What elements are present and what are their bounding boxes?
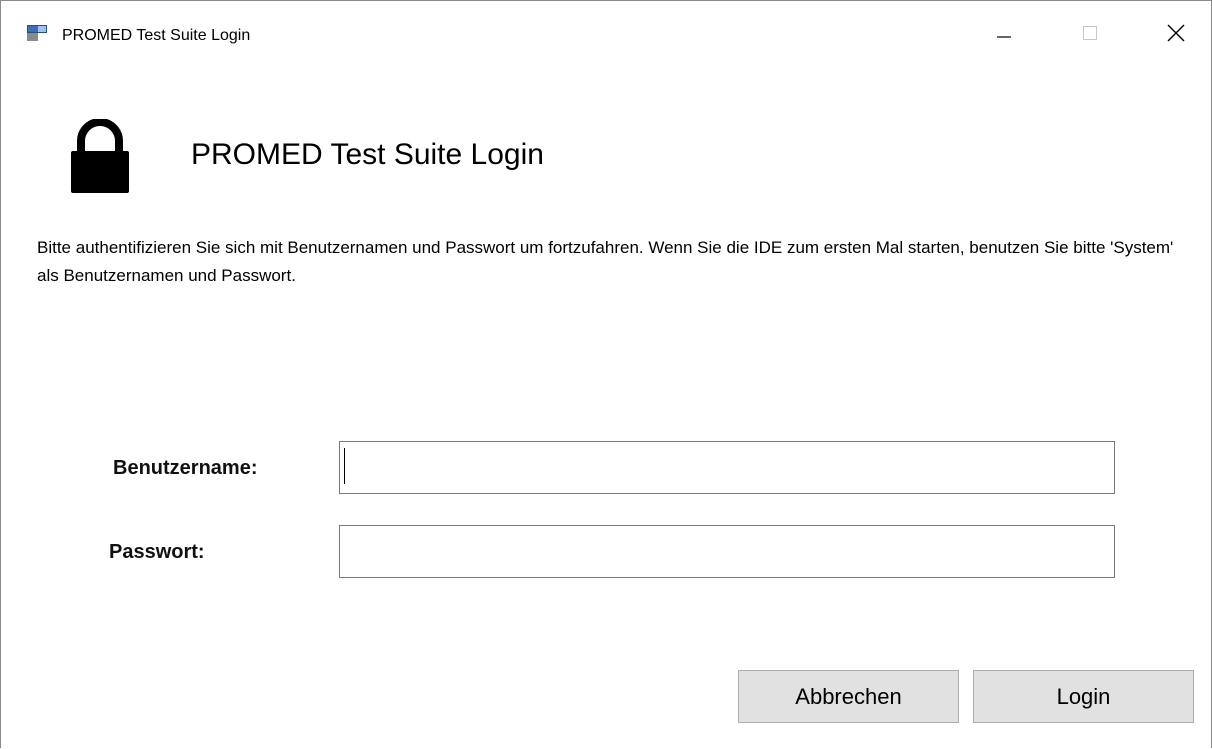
login-button[interactable]: Login: [973, 670, 1194, 723]
title-bar[interactable]: PROMED Test Suite Login: [1, 1, 1211, 69]
lock-icon: [67, 118, 133, 193]
window-app-icon: [27, 25, 47, 41]
username-label: Benutzername:: [113, 457, 258, 479]
maximize-icon: [1080, 23, 1100, 48]
cancel-button[interactable]: Abbrechen: [738, 670, 959, 723]
maximize-button[interactable]: [1055, 1, 1125, 69]
password-input[interactable]: [339, 525, 1115, 578]
username-input[interactable]: [339, 441, 1115, 494]
minimize-icon: [994, 23, 1014, 48]
window-title: PROMED Test Suite Login: [62, 27, 251, 44]
close-button[interactable]: [1141, 1, 1211, 69]
password-label: Passwort:: [109, 541, 205, 563]
text-cursor: [344, 448, 345, 484]
login-window: PROMED Test Suite Login PROMED Test Suit…: [0, 0, 1212, 748]
close-icon: [1166, 23, 1186, 48]
minimize-button[interactable]: [969, 1, 1039, 69]
instruction-text: Bitte authentifizieren Sie sich mit Benu…: [37, 238, 1174, 285]
dialog-heading: PROMED Test Suite Login: [191, 138, 544, 171]
